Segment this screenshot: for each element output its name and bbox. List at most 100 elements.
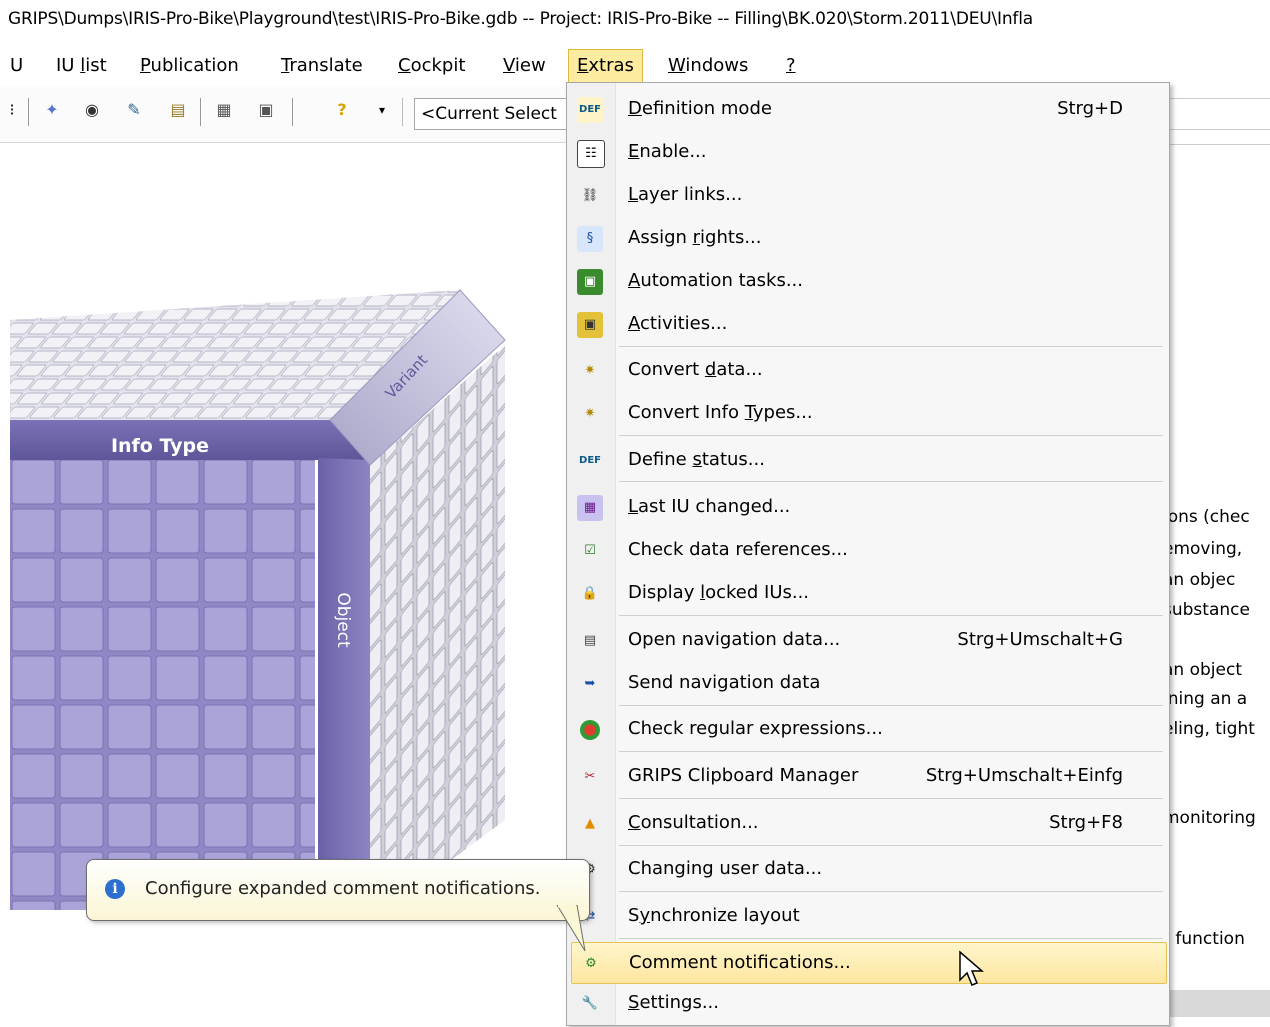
last-iu-changed-icon: ▦ — [577, 495, 603, 521]
menu-item-automation-tasks[interactable]: ▣ Automation tasks... — [571, 261, 1165, 301]
toolbar-separator — [402, 98, 403, 126]
shortcut-label: Strg+Umschalt+G — [957, 629, 1123, 650]
menu-separator — [619, 891, 1163, 892]
menu-separator — [619, 751, 1163, 752]
toolbar-separator — [28, 98, 29, 126]
menu-item-grips-clipboard-manager[interactable]: ✂ GRIPS Clipboard Manager Strg+Umschalt+… — [571, 756, 1165, 796]
menu-separator — [619, 938, 1163, 939]
copy-icon[interactable]: ▦ — [212, 98, 236, 122]
toolbar-overflow-icon[interactable]: ▾ — [370, 98, 394, 122]
menu-separator — [619, 435, 1163, 436]
define-status-icon: DEF — [579, 455, 601, 466]
menu-item-send-navigation-data[interactable]: ➥ Send navigation data — [571, 663, 1165, 703]
menu-translate[interactable]: Translate — [273, 50, 371, 82]
background-text: ions (chec — [1163, 507, 1250, 527]
toolbar-partial-icon[interactable]: ⁝ — [0, 98, 24, 122]
current-selection-combo[interactable]: <Current Select — [414, 98, 582, 130]
cube-front-face — [10, 458, 315, 910]
menu-item-comment-notifications[interactable]: ⚙ Comment notifications... — [571, 942, 1167, 984]
settings-icon: 🔧 — [581, 996, 599, 1011]
menu-item-last-iu-changed[interactable]: ▦ Last IU changed... — [571, 487, 1165, 527]
menu-item-consultation[interactable]: ▲ Consultation... Strg+F8 — [571, 803, 1165, 843]
menu-item-convert-info-types[interactable]: ✷ Convert Info Types... — [571, 393, 1165, 433]
background-text: monitoring — [1163, 808, 1256, 828]
menu-item-check-regular-expressions[interactable]: Check regular expressions... — [571, 709, 1165, 749]
object-label: Object — [333, 592, 353, 648]
automation-tasks-icon: ▣ — [577, 269, 603, 295]
menu-separator — [619, 481, 1163, 482]
menu-item-definition-mode[interactable]: DEF Definition mode Strg+D — [571, 89, 1165, 129]
edit-icon[interactable]: ✎ — [122, 98, 146, 122]
menu-iu-list[interactable]: IU list — [48, 50, 115, 82]
activities-icon: ▣ — [577, 312, 603, 338]
check-regex-icon — [580, 720, 600, 740]
info-type-label: Info Type — [111, 435, 209, 457]
right-panel-footer — [1165, 990, 1270, 1017]
menu-bar: U IU list Publication Translate Cockpit … — [0, 44, 1270, 86]
menu-item-assign-rights[interactable]: § Assign rights... — [571, 218, 1165, 258]
menu-item-synchronize-layout[interactable]: ⇄ Synchronize layout — [571, 896, 1165, 936]
shortcut-label: Strg+D — [1057, 98, 1123, 119]
info-icon: i — [105, 879, 125, 899]
menu-iu-label: U — [10, 55, 24, 76]
view-icon[interactable]: ◉ — [80, 98, 104, 122]
data-cube-graphic: Info Type Object Variant — [10, 289, 506, 920]
enable-icon: ☷ — [577, 140, 605, 168]
menu-item-changing-user-data[interactable]: ⚙ Changing user data... — [571, 849, 1165, 889]
menu-item-convert-data[interactable]: ✷ Convert data... — [571, 350, 1165, 390]
folder-icon[interactable]: ▤ — [166, 98, 190, 122]
menu-item-check-data-references[interactable]: ☑ Check data references... — [571, 530, 1165, 570]
background-text: substance — [1163, 600, 1250, 620]
send-navigation-data-icon: ➥ — [584, 676, 596, 691]
menu-item-layer-links[interactable]: ⛓ Layer links... — [571, 175, 1165, 215]
background-text: ining an a — [1163, 689, 1248, 709]
extras-dropdown-menu: DEF Definition mode Strg+D ☷ Enable... ⛓… — [566, 82, 1170, 1026]
convert-info-types-icon: ✷ — [584, 406, 596, 421]
check-data-references-icon: ☑ — [584, 543, 596, 558]
help-icon[interactable]: ? — [330, 98, 354, 122]
background-text: an object — [1163, 660, 1242, 680]
menu-cockpit[interactable]: Cockpit — [390, 50, 473, 82]
menu-item-define-status[interactable]: DEF Define status... — [571, 440, 1165, 480]
menu-separator — [619, 845, 1163, 846]
shortcut-label: Strg+F8 — [1049, 812, 1123, 833]
shortcut-label: Strg+Umschalt+Einfg — [925, 765, 1123, 786]
assign-rights-icon: § — [577, 226, 603, 252]
mouse-cursor-icon — [959, 950, 985, 986]
display-locked-ius-icon: 🔒 — [581, 586, 599, 601]
definition-mode-icon: DEF — [577, 97, 603, 123]
window-title-bar: GRIPS\Dumps\IRIS-Pro-Bike\Playground\tes… — [0, 0, 1270, 44]
window-title: GRIPS\Dumps\IRIS-Pro-Bike\Playground\tes… — [8, 9, 1033, 29]
menu-windows[interactable]: Windows — [660, 50, 756, 82]
menu-view[interactable]: View — [495, 50, 554, 82]
menu-item-activities[interactable]: ▣ Activities... — [571, 304, 1165, 344]
convert-data-icon: ✷ — [584, 363, 596, 378]
menu-item-display-locked-ius[interactable]: 🔒 Display locked IUs... — [571, 573, 1165, 613]
toolbar-separator — [200, 98, 201, 126]
menu-publication[interactable]: Publication — [132, 50, 247, 82]
menu-extras[interactable]: Extras — [568, 49, 643, 83]
menu-iu[interactable]: U — [2, 50, 31, 82]
background-text: emoving, — [1163, 539, 1243, 559]
tooltip-text: Configure expanded comment notifications… — [145, 878, 541, 899]
menu-item-settings[interactable]: 🔧 Settings... — [571, 983, 1165, 1023]
clipboard-manager-icon: ✂ — [584, 769, 596, 784]
menu-separator — [619, 615, 1163, 616]
layer-links-icon: ⛓ — [581, 188, 599, 203]
menu-item-open-navigation-data[interactable]: ▤ Open navigation data... Strg+Umschalt+… — [571, 620, 1165, 660]
menu-separator — [619, 346, 1163, 347]
menu-separator — [619, 798, 1163, 799]
background-text: eling, tight — [1163, 719, 1255, 739]
right-panel-divider — [1165, 144, 1270, 145]
paste-icon[interactable]: ▣ — [254, 98, 278, 122]
new-item-icon[interactable]: ✦ — [40, 98, 64, 122]
menu-help[interactable]: ? — [778, 50, 804, 82]
menu-item-enable[interactable]: ☷ Enable... — [571, 132, 1165, 172]
menu-separator — [619, 705, 1163, 706]
background-text: r function — [1163, 929, 1245, 949]
right-panel-field[interactable] — [1165, 98, 1270, 130]
background-text: an objec — [1163, 570, 1236, 590]
open-navigation-data-icon: ▤ — [583, 633, 597, 648]
toolbar-separator — [292, 98, 293, 126]
tooltip-pointer — [556, 905, 586, 952]
